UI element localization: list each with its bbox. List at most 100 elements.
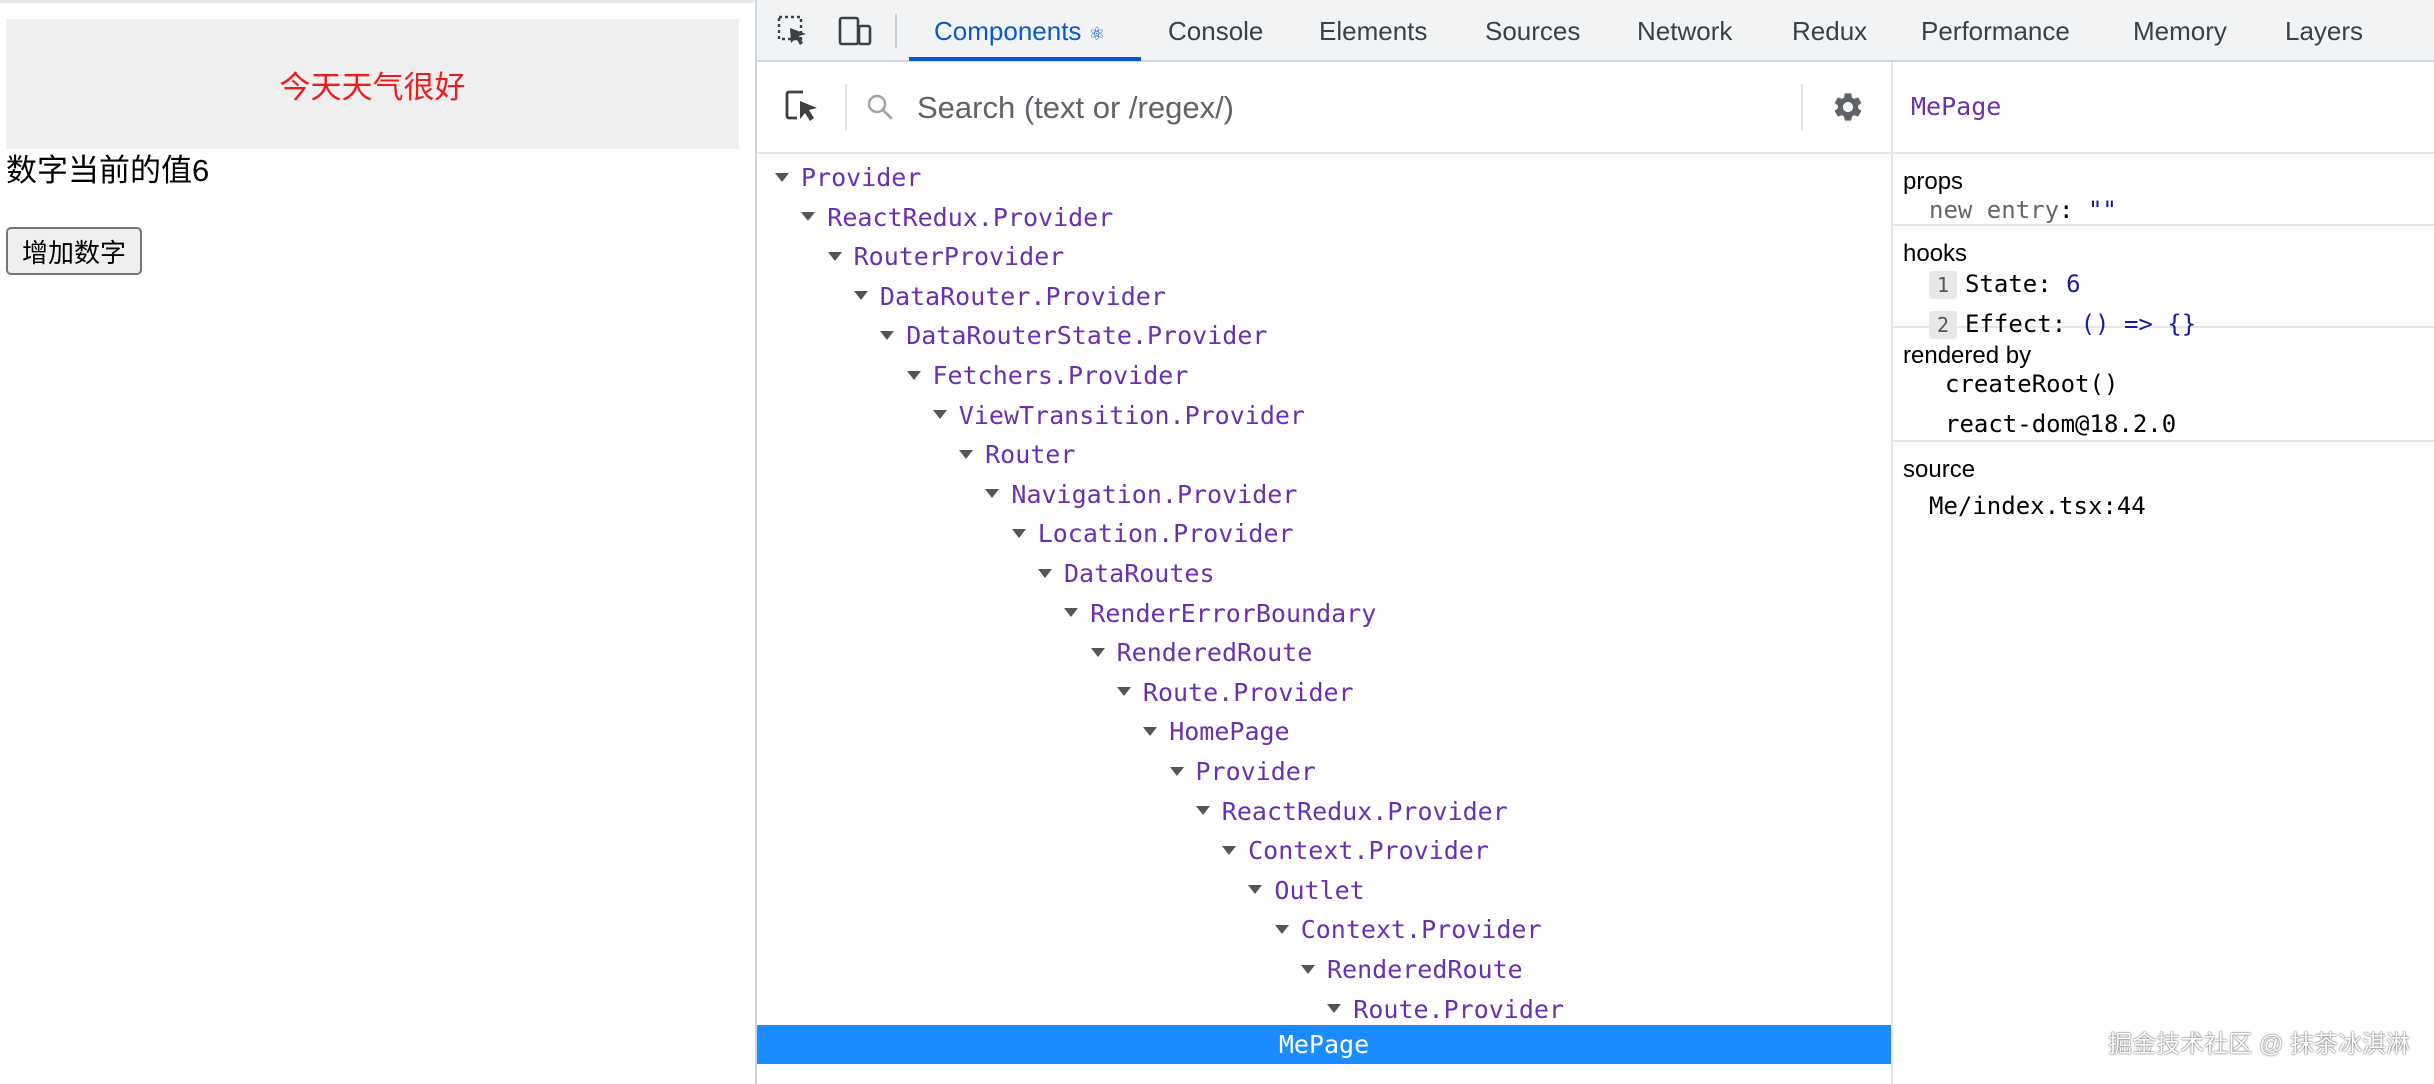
- rendered-by-item[interactable]: createRoot(): [1945, 370, 2118, 398]
- tree-row[interactable]: ReactRedux.Provider: [801, 200, 1113, 236]
- tree-row-label: Provider: [801, 163, 922, 192]
- tree-row-selected[interactable]: MePage: [757, 1025, 1891, 1064]
- expand-caret-icon[interactable]: [1038, 568, 1052, 578]
- tree-row[interactable]: RouterProvider: [827, 239, 1064, 275]
- tree-row[interactable]: Fetchers.Provider: [906, 358, 1189, 394]
- rendered-by-section: rendered by createRoot() react-dom@18.2.…: [1893, 328, 2434, 442]
- expand-caret-icon[interactable]: [1011, 528, 1026, 538]
- tree-row-label: Provider: [1195, 757, 1316, 786]
- prop-value: "": [2087, 196, 2117, 224]
- app-page: 今天天气很好 数字当前的值6 增加数字: [0, 0, 754, 1084]
- hooks-section: hooks 1 State: 6 2 Effect: () => {}: [1893, 226, 2434, 339]
- expand-caret-icon[interactable]: [1064, 608, 1079, 618]
- tree-row-label: Location.Provider: [1037, 519, 1294, 549]
- tree-row-label: Context.Provider: [1248, 836, 1489, 866]
- tree-row-label: Outlet: [1274, 875, 1365, 905]
- tree-row[interactable]: Route.Provider: [1327, 992, 1564, 1028]
- inspect-element-icon[interactable]: [775, 14, 811, 48]
- tree-row-label: DataRouterState.Provider: [906, 321, 1268, 351]
- source-title: source: [1903, 456, 1976, 483]
- prop-key: new entry: [1929, 196, 2060, 224]
- tree-row[interactable]: DataRoutes: [1038, 556, 1215, 592]
- tree-row[interactable]: ViewTransition.Provider: [932, 398, 1305, 434]
- expand-caret-icon[interactable]: [1195, 806, 1210, 816]
- prop-row[interactable]: new entry: "": [1929, 196, 2117, 224]
- expand-caret-icon[interactable]: [959, 449, 974, 459]
- tree-row[interactable]: Outlet: [1248, 873, 1365, 909]
- expand-caret-icon[interactable]: [932, 410, 947, 420]
- tab-memory[interactable]: Memory: [2133, 0, 2227, 60]
- expand-caret-icon[interactable]: [827, 251, 842, 261]
- inspected-component-name: MePage: [1911, 92, 2002, 121]
- tab-elements[interactable]: Elements: [1319, 0, 1427, 60]
- tree-row-label: Context.Provider: [1300, 915, 1542, 945]
- tree-row[interactable]: Provider: [775, 160, 921, 196]
- tab-layers[interactable]: Layers: [2285, 0, 2363, 60]
- tree-row-label: ViewTransition.Provider: [958, 400, 1305, 430]
- search-input[interactable]: [917, 84, 1817, 132]
- expand-caret-icon[interactable]: [1301, 964, 1315, 974]
- expand-caret-icon[interactable]: [775, 172, 789, 182]
- source-section: source Me/index.tsx:44: [1893, 442, 2434, 552]
- devtools-panel: Components ⚛ Console Elements Sources Ne…: [755, 0, 2434, 1084]
- tree-row[interactable]: Navigation.Provider: [985, 477, 1297, 513]
- toolbar-separator: [1801, 84, 1803, 130]
- expand-caret-icon[interactable]: [1116, 687, 1131, 697]
- inspector-header: MePage: [1893, 62, 2434, 154]
- tree-row[interactable]: Provider: [1169, 754, 1316, 790]
- tab-network[interactable]: Network: [1637, 0, 1732, 60]
- tab-components[interactable]: Components ⚛: [934, 0, 1105, 60]
- tree-row[interactable]: ReactRedux.Provider: [1195, 794, 1508, 830]
- tab-sources[interactable]: Sources: [1485, 0, 1580, 60]
- device-toolbar-icon[interactable]: [837, 14, 873, 48]
- tab-console[interactable]: Console: [1168, 0, 1263, 60]
- props-section: props new entry: "": [1893, 154, 2434, 226]
- expand-caret-icon[interactable]: [1274, 924, 1289, 934]
- tree-row[interactable]: Location.Provider: [1011, 516, 1294, 552]
- tree-row[interactable]: RenderedRoute: [1301, 952, 1523, 988]
- rendered-by-item[interactable]: react-dom@18.2.0: [1945, 410, 2176, 438]
- tree-row[interactable]: DataRouterState.Provider: [880, 318, 1267, 354]
- toolbar-separator: [845, 84, 847, 130]
- expand-caret-icon[interactable]: [906, 370, 921, 380]
- tree-row[interactable]: RenderedRoute: [1090, 635, 1312, 671]
- tree-row-label: Route.Provider: [1142, 677, 1354, 707]
- tree-row-label: HomePage: [1169, 717, 1290, 747]
- tree-row[interactable]: RenderErrorBoundary: [1064, 596, 1376, 632]
- components-toolbar: [757, 62, 1891, 154]
- tree-row-label: RenderedRoute: [1327, 955, 1523, 984]
- source-location-link[interactable]: Me/index.tsx:44: [1929, 492, 2146, 520]
- hook-index: 1: [1929, 271, 1957, 299]
- tree-row-label: Route.Provider: [1353, 994, 1565, 1024]
- hook-name: State:: [1965, 270, 2052, 298]
- expand-caret-icon[interactable]: [1327, 1004, 1342, 1014]
- active-tab-indicator: [909, 57, 1141, 61]
- tree-row[interactable]: Context.Provider: [1274, 912, 1542, 948]
- hook-value: 6: [2066, 270, 2081, 298]
- tree-row[interactable]: Context.Provider: [1222, 833, 1489, 869]
- tree-row[interactable]: DataRouter.Provider: [853, 279, 1166, 315]
- expand-caret-icon[interactable]: [1090, 647, 1105, 657]
- expand-caret-icon[interactable]: [801, 212, 816, 222]
- add-number-button[interactable]: 增加数字: [6, 227, 143, 275]
- component-tree: Provider ReactRedux.Provider RouterProvide…: [757, 154, 1891, 1084]
- hook-row[interactable]: 1 State: 6: [1929, 270, 2081, 299]
- expand-caret-icon[interactable]: [1169, 766, 1184, 776]
- expand-caret-icon[interactable]: [1222, 845, 1237, 855]
- expand-caret-icon[interactable]: [1248, 885, 1263, 895]
- tab-performance[interactable]: Performance: [1921, 0, 2070, 60]
- gear-icon[interactable]: [1831, 90, 1867, 126]
- tree-row[interactable]: Router: [959, 437, 1075, 473]
- expand-caret-icon[interactable]: [985, 489, 1000, 499]
- tree-row-label: DataRouter.Provider: [879, 281, 1166, 311]
- tab-redux[interactable]: Redux: [1792, 0, 1867, 60]
- expand-caret-icon[interactable]: [880, 330, 895, 340]
- weather-banner: 今天天气很好: [6, 19, 739, 149]
- expand-caret-icon[interactable]: [853, 291, 868, 301]
- select-component-icon[interactable]: [783, 88, 821, 126]
- tree-row-label: RenderErrorBoundary: [1090, 598, 1377, 628]
- tree-row[interactable]: HomePage: [1143, 714, 1290, 750]
- tree-row[interactable]: Route.Provider: [1116, 675, 1354, 711]
- expand-caret-icon[interactable]: [1143, 726, 1158, 736]
- tree-row-label: Fetchers.Provider: [932, 361, 1189, 390]
